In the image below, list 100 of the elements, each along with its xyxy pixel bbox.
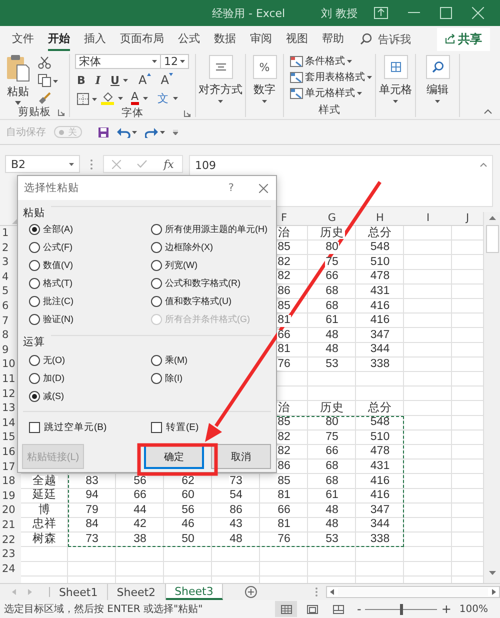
caret-icon[interactable]: [123, 78, 128, 82]
sheet-tab[interactable]: Sheet1: [50, 584, 108, 600]
row-header[interactable]: 2: [2, 242, 9, 254]
grow-font-button[interactable]: A: [138, 73, 151, 87]
ribbon-tab[interactable]: 公式: [178, 28, 200, 50]
add-sheet-icon[interactable]: [245, 586, 258, 598]
ribbon-display-icon[interactable]: [374, 7, 388, 19]
zoom-level[interactable]: 100%: [459, 604, 488, 614]
styles-menu-button[interactable]: 套用表格格式: [290, 70, 375, 84]
row-header[interactable]: 19: [2, 490, 16, 502]
expand-icon[interactable]: [480, 163, 487, 167]
font-color-button[interactable]: A: [131, 92, 139, 105]
radio-option[interactable]: 减(S): [29, 387, 64, 405]
radio-option[interactable]: 格式(T): [29, 274, 72, 292]
scroll-left-icon[interactable]: [330, 589, 334, 595]
drag-handle-icon[interactable]: [90, 159, 93, 170]
radio-option[interactable]: 所有使用源主题的单元(H): [151, 220, 268, 238]
check-icon[interactable]: [137, 160, 148, 168]
zoom-out-button[interactable]: -: [357, 602, 362, 616]
borders-icon[interactable]: [77, 92, 97, 104]
dialog-launcher-icon[interactable]: [184, 110, 191, 117]
ribbon-tab[interactable]: 开始: [48, 28, 70, 50]
normal-view-icon[interactable]: [275, 601, 297, 617]
row-header[interactable]: 3: [2, 257, 9, 268]
cut-icon[interactable]: [38, 56, 51, 69]
radio-option[interactable]: 公式(F): [29, 238, 72, 256]
collapse-ribbon-icon[interactable]: [484, 109, 492, 114]
row-header[interactable]: 21: [2, 520, 16, 530]
sheet-tab[interactable]: Sheet3: [166, 584, 224, 600]
font-size-field[interactable]: 12: [161, 54, 189, 69]
row-header[interactable]: 16: [2, 446, 16, 458]
help-button[interactable]: ?: [228, 182, 234, 194]
radio-option[interactable]: 验证(N): [29, 310, 74, 328]
ribbon-tab[interactable]: 视图: [286, 28, 308, 50]
row-header[interactable]: 11: [2, 374, 16, 384]
tell-me-field[interactable]: 告诉我: [378, 32, 411, 46]
drag-handle-icon[interactable]: [315, 587, 318, 597]
ribbon-tab[interactable]: 帮助: [322, 28, 344, 50]
shrink-font-button[interactable]: A: [160, 73, 173, 87]
row-header[interactable]: 17: [2, 462, 16, 472]
scroll-right-icon[interactable]: [492, 589, 496, 595]
scroll-up-icon[interactable]: [488, 216, 496, 220]
ribbon-tab[interactable]: 插入: [84, 28, 106, 50]
insert-function-button[interactable]: fx: [164, 158, 174, 170]
caret-icon[interactable]: [172, 97, 178, 100]
column-header[interactable]: I: [426, 213, 430, 224]
row-header[interactable]: 23: [2, 549, 16, 560]
row-header[interactable]: 4: [2, 272, 9, 282]
row-header[interactable]: 24: [2, 564, 16, 574]
zoom-in-button[interactable]: +: [441, 602, 452, 616]
radio-option[interactable]: 边框除外(X): [151, 238, 213, 256]
undo-icon[interactable]: [117, 126, 137, 138]
customize-caret-icon[interactable]: [173, 130, 178, 134]
styles-menu-button[interactable]: 单元格样式: [290, 86, 375, 100]
vertical-scrollbar[interactable]: [483, 212, 500, 583]
row-header[interactable]: 6: [2, 301, 9, 312]
radio-option[interactable]: 无(O): [29, 351, 65, 369]
minimize-icon[interactable]: [408, 12, 420, 14]
font-name-field[interactable]: 宋体: [75, 54, 161, 69]
paste-button[interactable]: 粘贴: [6, 54, 30, 105]
share-button[interactable]: 共享: [437, 28, 490, 50]
scroll-down-icon[interactable]: [488, 571, 496, 575]
cells-button[interactable]: 单元格: [379, 55, 412, 103]
name-box[interactable]: B2: [5, 155, 80, 173]
search-icon[interactable]: [360, 33, 372, 45]
ribbon-tab[interactable]: 数据: [214, 28, 236, 50]
row-header[interactable]: 15: [2, 432, 16, 443]
alignment-button[interactable]: 对齐方式: [198, 55, 242, 103]
format-painter-icon[interactable]: [38, 92, 51, 105]
column-header[interactable]: J: [466, 213, 470, 224]
row-header[interactable]: 12: [2, 388, 16, 400]
radio-option[interactable]: 值和数字格式(U): [151, 292, 232, 310]
radio-option[interactable]: 除(I): [151, 369, 182, 387]
radio-option[interactable]: 全部(A): [29, 220, 73, 238]
radio-option[interactable]: 乘(M): [151, 351, 188, 369]
bold-button[interactable]: B: [77, 74, 86, 86]
radio-option[interactable]: 公式和数字格式(R): [151, 274, 240, 292]
close-icon[interactable]: [259, 184, 268, 192]
checkbox[interactable]: 转置(E): [151, 420, 199, 434]
phonetic-button[interactable]: 文: [158, 91, 169, 106]
row-header[interactable]: 14: [2, 418, 16, 428]
underline-button[interactable]: U: [110, 74, 120, 86]
row-header[interactable]: 20: [2, 505, 16, 516]
styles-menu-button[interactable]: 条件格式: [290, 54, 375, 68]
ribbon-tab[interactable]: 文件: [12, 28, 34, 50]
ribbon-tab[interactable]: 审阅: [250, 28, 272, 50]
column-header[interactable]: G: [328, 213, 336, 224]
redo-icon[interactable]: [145, 126, 165, 138]
radio-option[interactable]: 加(D): [29, 369, 64, 387]
scroll-thumb[interactable]: [486, 225, 498, 253]
dialog-launcher-icon[interactable]: [58, 109, 65, 116]
row-header[interactable]: 7: [2, 316, 9, 326]
radio-option[interactable]: 数值(V): [29, 256, 73, 274]
row-header[interactable]: 8: [2, 330, 9, 341]
column-header[interactable]: F: [280, 213, 288, 224]
horizontal-scrollbar[interactable]: [326, 586, 500, 598]
checkbox[interactable]: 跳过空单元(B): [29, 420, 107, 434]
caret-icon[interactable]: [142, 97, 148, 100]
row-header[interactable]: 9: [2, 344, 9, 356]
row-header[interactable]: 13: [2, 403, 16, 414]
